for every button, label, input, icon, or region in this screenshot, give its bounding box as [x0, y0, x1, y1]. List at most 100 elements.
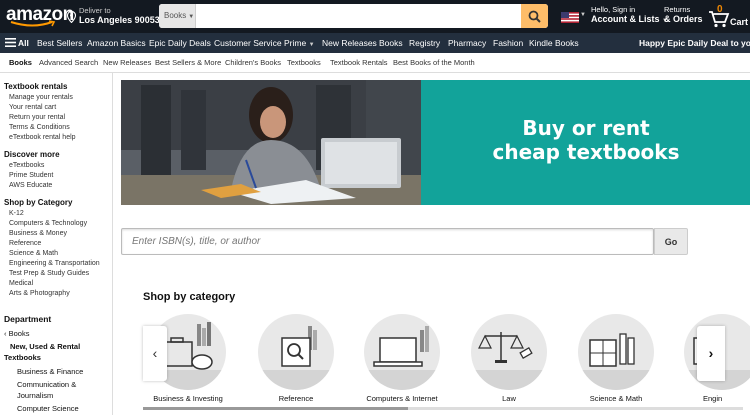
department-child-link[interactable]: Journalism	[17, 391, 53, 400]
carousel-scrollbar[interactable]	[143, 407, 743, 410]
deliver-label: Deliver to	[79, 6, 111, 15]
hero-banner[interactable]: Buy or rent cheap textbooks	[121, 80, 750, 205]
search-icon	[528, 10, 541, 23]
nav-registry[interactable]: Registry	[409, 33, 440, 53]
subnav-best-books-month[interactable]: Best Books of the Month	[393, 53, 475, 73]
nav-pharmacy[interactable]: Pharmacy	[448, 33, 486, 53]
hamburger-menu-icon	[5, 38, 16, 47]
sidebar-link[interactable]: Your rental cart	[9, 104, 56, 111]
sidebar-link[interactable]: Computers & Technology	[9, 220, 87, 227]
account-lists-label: Account & Lists	[591, 14, 660, 24]
subnav-textbooks[interactable]: Textbooks	[287, 53, 321, 73]
sidebar-link[interactable]: K-12	[9, 210, 24, 217]
search-input[interactable]	[196, 4, 521, 28]
sidebar-link[interactable]: Test Prep & Study Guides	[9, 270, 89, 277]
sidebar-link[interactable]: Arts & Photography	[9, 290, 70, 297]
search-category-dropdown[interactable]: Books ▼	[159, 4, 196, 28]
hero-headline-line2: cheap textbooks	[492, 140, 680, 164]
subnav-childrens-books[interactable]: Children's Books	[225, 53, 281, 73]
category-label[interactable]: Law	[471, 394, 547, 403]
chevron-right-icon: ›	[708, 345, 714, 361]
carousel-prev-button[interactable]: ‹	[143, 326, 167, 381]
sidebar-link[interactable]: Engineering & Transportation	[9, 260, 100, 267]
amazon-logo[interactable]: amazon	[6, 5, 74, 29]
flask-calculator-icon	[578, 333, 654, 390]
nav-prime-label: Prime	[284, 38, 307, 48]
department-current: New, Used & Rental	[10, 342, 81, 351]
department-back-link[interactable]: ‹ Books	[4, 329, 29, 338]
department-current: Textbooks	[4, 353, 41, 362]
location-pin-icon	[67, 11, 76, 23]
all-menu-button[interactable]: All	[5, 33, 29, 53]
search-button[interactable]	[521, 4, 548, 28]
subnav-new-releases[interactable]: New Releases	[103, 53, 151, 73]
sidebar-link[interactable]: eTextbooks	[9, 162, 44, 169]
nav-books[interactable]: Books	[379, 33, 403, 53]
magnifier-box-icon	[258, 326, 334, 390]
category-label[interactable]: Reference	[258, 394, 334, 403]
nav-fashion[interactable]: Fashion	[493, 33, 523, 53]
sidebar-link[interactable]: Medical	[9, 280, 33, 287]
subnav-books[interactable]: Books	[9, 53, 32, 73]
logo-smile-icon	[10, 20, 56, 27]
department-child-link[interactable]: Business & Finance	[17, 367, 83, 376]
subnav-advanced-search[interactable]: Advanced Search	[39, 53, 98, 73]
carousel-next-button[interactable]: ›	[697, 326, 725, 381]
nav-prime[interactable]: Prime ▼	[284, 33, 315, 53]
sidebar-link[interactable]: Manage your rentals	[9, 94, 73, 101]
discover-heading: Discover more	[4, 150, 60, 159]
promo-banner-text[interactable]: Happy Epic Daily Deal to you	[639, 33, 750, 53]
search-category-label: Books	[164, 11, 187, 20]
sidebar-link[interactable]: Prime Student	[9, 172, 53, 179]
category-label[interactable]: Engin	[703, 394, 750, 403]
cart-button[interactable]: 0 Cart	[706, 4, 748, 30]
laptop-icon	[364, 326, 440, 390]
deliver-to-location[interactable]: Deliver to Los Angeles 90053	[67, 6, 160, 28]
returns-label: Returns	[664, 5, 691, 14]
nav-best-sellers[interactable]: Best Sellers	[37, 33, 82, 53]
cart-label: Cart	[730, 17, 749, 27]
category-law[interactable]	[471, 314, 547, 390]
sidebar-link[interactable]: Science & Math	[9, 250, 58, 257]
sidebar-link[interactable]: Reference	[9, 240, 41, 247]
chevron-down-icon: ▼	[188, 14, 195, 20]
sidebar-link[interactable]: eTextbook rental help	[9, 134, 76, 141]
account-greeting: Hello, Sign in	[591, 5, 636, 14]
nav-amazon-basics[interactable]: Amazon Basics	[87, 33, 146, 53]
category-heading: Shop by Category	[4, 198, 73, 207]
department-child-link[interactable]: Communication &	[17, 380, 76, 389]
category-label[interactable]: Science & Math	[578, 394, 654, 403]
category-reference[interactable]	[258, 314, 334, 390]
category-computers-internet[interactable]	[364, 314, 440, 390]
isbn-search-input[interactable]: Enter ISBN(s), title, or author	[121, 228, 654, 255]
category-label[interactable]: Business & Investing	[150, 394, 226, 403]
nav-customer-service[interactable]: Customer Service	[214, 33, 282, 53]
account-lists-menu[interactable]: Hello, Sign in Account & Lists ▼	[591, 5, 668, 24]
category-science-math[interactable]	[578, 314, 654, 390]
go-button[interactable]: Go	[654, 228, 688, 255]
chevron-left-icon: ‹	[4, 329, 7, 338]
subnav-best-sellers[interactable]: Best Sellers & More	[155, 53, 221, 73]
us-flag-icon[interactable]	[561, 12, 579, 23]
nav-kindle-books[interactable]: Kindle Books	[529, 33, 579, 53]
chevron-down-icon: ▼	[308, 42, 315, 48]
sidebar-link[interactable]: Terms & Conditions	[9, 124, 70, 131]
nav-epic-daily-deals[interactable]: Epic Daily Deals	[149, 33, 211, 53]
top-nav-bar: amazon Deliver to Los Angeles 90053 Book…	[0, 0, 750, 33]
sidebar-link[interactable]: AWS Educate	[9, 182, 52, 189]
isbn-search-placeholder: Enter ISBN(s), title, or author	[132, 236, 261, 247]
category-label[interactable]: Computers & Internet	[364, 394, 440, 403]
orders-label: & Orders	[664, 14, 703, 24]
student-studying-photo	[121, 80, 421, 205]
hero-headline-line1: Buy or rent	[522, 116, 650, 140]
carousel-scrollbar-thumb[interactable]	[143, 407, 408, 410]
sidebar-link[interactable]: Business & Money	[9, 230, 67, 237]
nav-new-releases[interactable]: New Releases	[322, 33, 377, 53]
returns-orders-link[interactable]: Returns & Orders	[664, 5, 703, 24]
hero-headline: Buy or rent cheap textbooks	[421, 116, 750, 164]
secondary-nav-bar: All Best Sellers Amazon Basics Epic Dail…	[0, 33, 750, 53]
department-child-link[interactable]: Computer Science	[17, 404, 79, 413]
shop-by-category-title: Shop by category	[143, 291, 236, 303]
subnav-textbook-rentals[interactable]: Textbook Rentals	[330, 53, 388, 73]
sidebar-link[interactable]: Return your rental	[9, 114, 65, 121]
